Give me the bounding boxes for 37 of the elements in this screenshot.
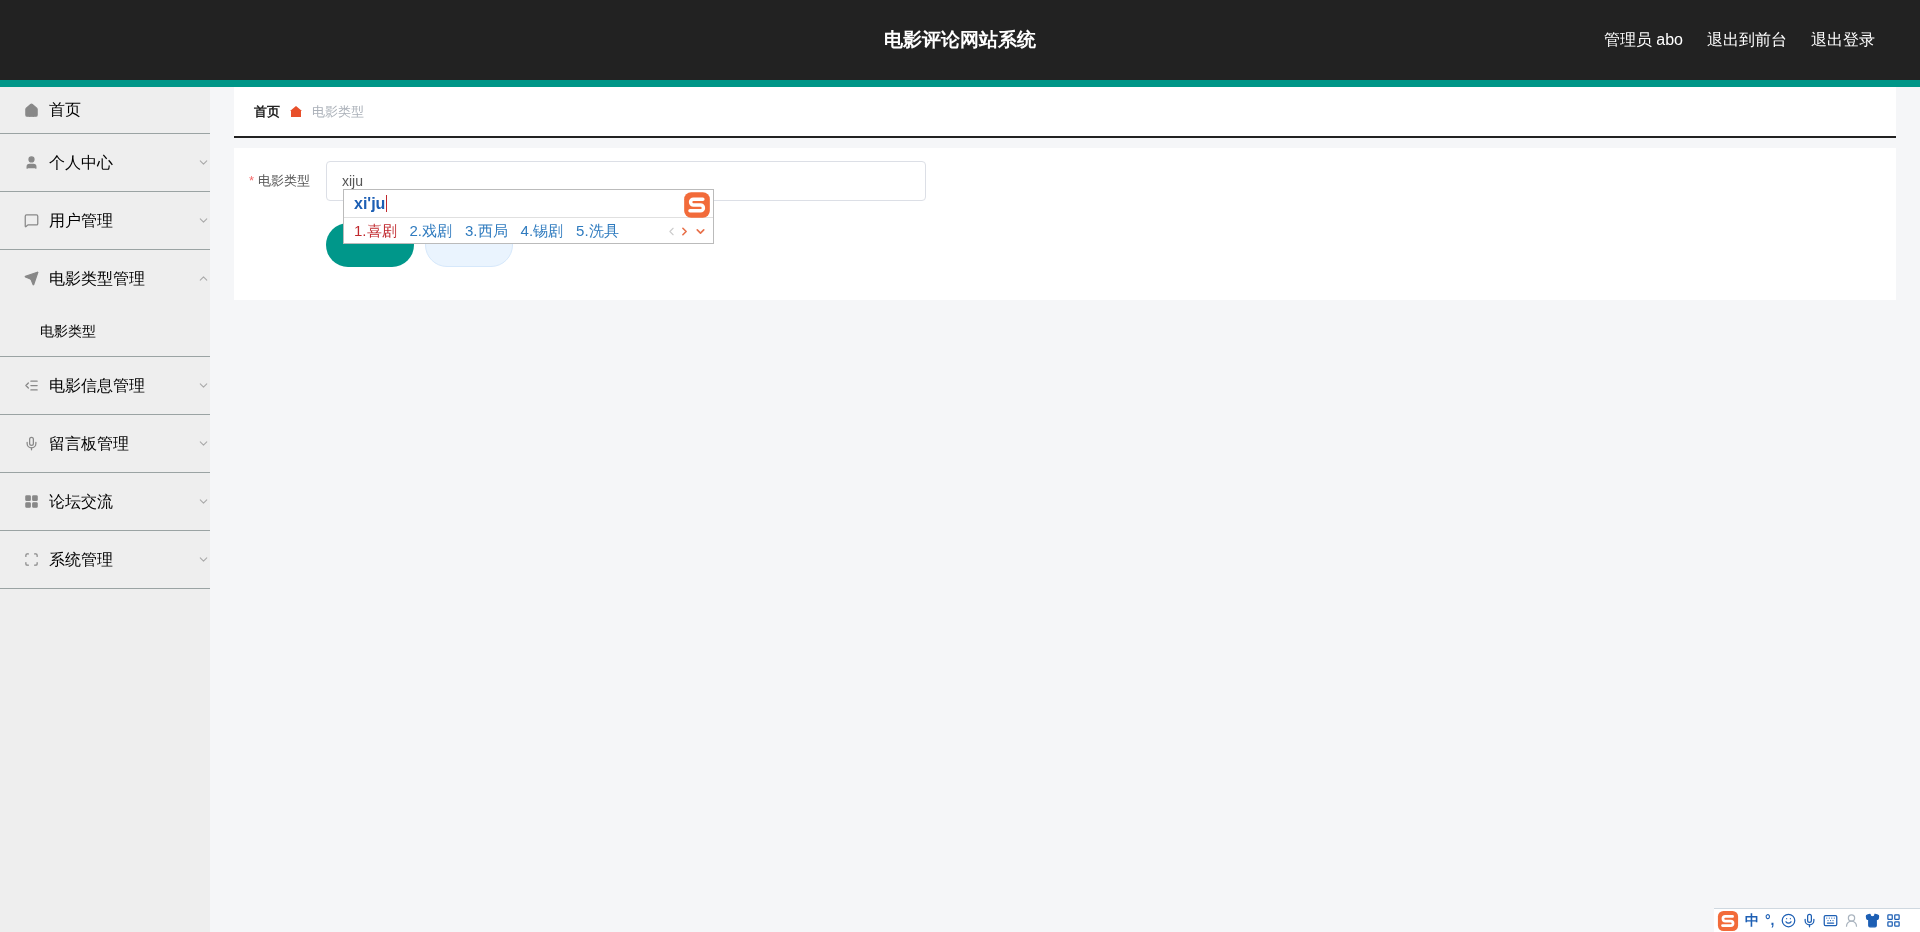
microphone-icon xyxy=(24,436,39,451)
sidebar-item[interactable]: 电影类型管理 xyxy=(0,250,210,307)
admin-user-link[interactable]: 管理员 abo xyxy=(1603,28,1683,52)
paper-plane-icon xyxy=(24,271,39,286)
frame-icon xyxy=(24,552,39,567)
emoji-icon[interactable] xyxy=(1780,913,1796,928)
ime-candidate[interactable]: 1.喜剧 xyxy=(354,219,397,243)
shirt-icon[interactable] xyxy=(1864,913,1880,928)
ime-candidate[interactable]: 2.戏剧 xyxy=(409,219,453,243)
grid-icon xyxy=(24,494,39,509)
house-icon xyxy=(290,106,302,117)
punctuation-toggle[interactable]: °, xyxy=(1765,910,1775,931)
sidebar-item[interactable]: 电影信息管理 xyxy=(0,357,210,414)
sidebar-item[interactable]: 留言板管理 xyxy=(0,415,210,472)
submenu-item[interactable]: 电影类型 xyxy=(0,307,210,356)
user-icon xyxy=(24,155,39,170)
field-label: * 电影类型 xyxy=(249,172,312,191)
sidebar-item[interactable]: 论坛交流 xyxy=(0,473,210,530)
chat-icon xyxy=(24,213,39,228)
header-link[interactable]: 退出登录 xyxy=(1811,28,1875,52)
site-title: 电影评论网站系统 xyxy=(884,27,1036,52)
grid-icon[interactable] xyxy=(1885,913,1901,928)
input-mode-toggle[interactable]: 中 xyxy=(1745,910,1759,931)
user-icon[interactable] xyxy=(1843,913,1859,928)
sidebar-item[interactable]: 个人中心 xyxy=(0,134,210,191)
keyboard-icon[interactable] xyxy=(1822,913,1838,928)
sidebar-item[interactable]: 用户管理 xyxy=(0,192,210,249)
list-icon xyxy=(24,378,39,393)
breadcrumb-link[interactable]: 首页 xyxy=(254,101,280,122)
sidebar-item[interactable]: 系统管理 xyxy=(0,531,210,588)
house-icon xyxy=(24,102,39,118)
ime-candidate[interactable]: 3.西局 xyxy=(465,219,508,243)
sidebar-item[interactable]: 首页 xyxy=(0,87,210,133)
header-link[interactable]: 退出到前台 xyxy=(1707,28,1787,52)
ime-candidate[interactable]: 4.锡剧 xyxy=(520,219,564,243)
ime-candidate[interactable]: 5.洗具 xyxy=(576,219,619,243)
microphone-icon[interactable] xyxy=(1801,913,1817,928)
